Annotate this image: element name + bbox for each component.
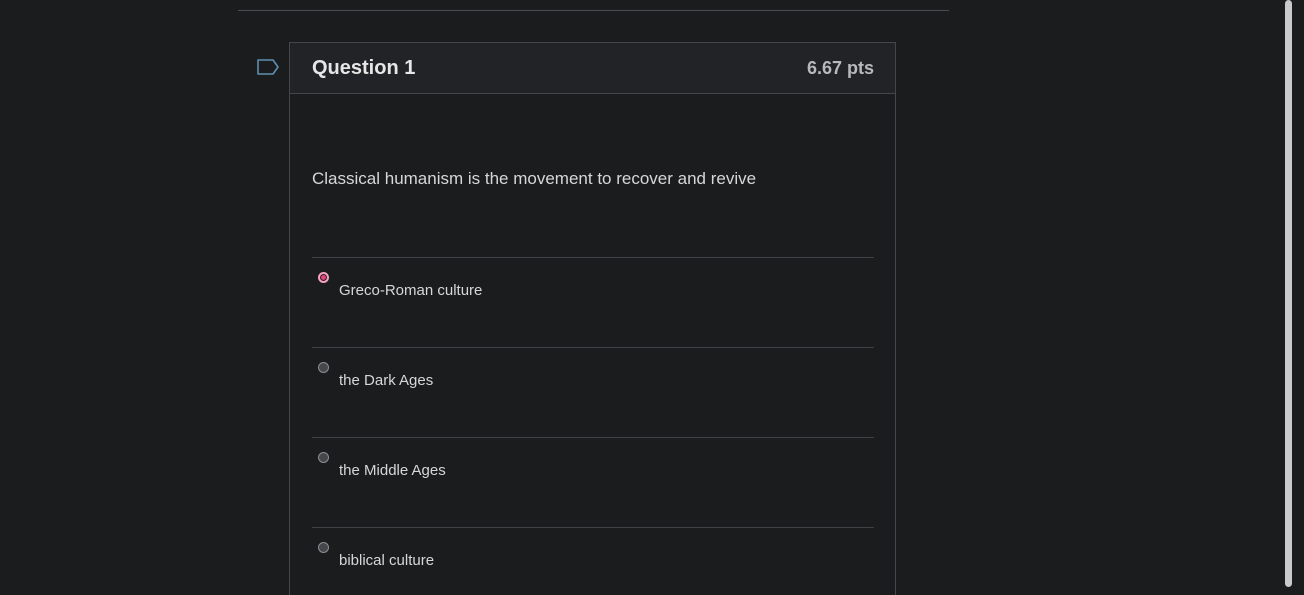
flag-question-icon[interactable] [256, 58, 280, 76]
answer-radio[interactable] [318, 542, 329, 553]
answer-label[interactable]: the Dark Ages [339, 372, 433, 389]
scrollbar-thumb[interactable] [1285, 0, 1292, 587]
question-points: 6.67 pts [806, 57, 874, 78]
answer-label[interactable]: the Middle Ages [339, 462, 446, 479]
answer-option[interactable]: the Middle Ages [312, 438, 874, 528]
answer-radio[interactable] [318, 272, 329, 283]
answer-label[interactable]: biblical culture [339, 552, 434, 569]
answer-label[interactable]: Greco-Roman culture [339, 282, 482, 299]
answer-option[interactable]: biblical culture [312, 528, 874, 595]
answer-radio[interactable] [318, 452, 329, 463]
question-body: Classical humanism is the movement to re… [290, 169, 895, 595]
question-title: Question 1 [312, 56, 416, 79]
answer-list: Greco-Roman culture the Dark Ages the Mi… [312, 257, 874, 595]
answer-radio[interactable] [318, 362, 329, 373]
top-divider [238, 10, 949, 11]
answer-option[interactable]: Greco-Roman culture [312, 258, 874, 348]
answer-option[interactable]: the Dark Ages [312, 348, 874, 438]
quiz-page: Question 1 6.67 pts Classical humanism i… [0, 0, 1304, 595]
question-header: Question 1 6.67 pts [290, 43, 895, 94]
question-card: Question 1 6.67 pts Classical humanism i… [289, 42, 896, 595]
question-text: Classical humanism is the movement to re… [312, 169, 757, 188]
